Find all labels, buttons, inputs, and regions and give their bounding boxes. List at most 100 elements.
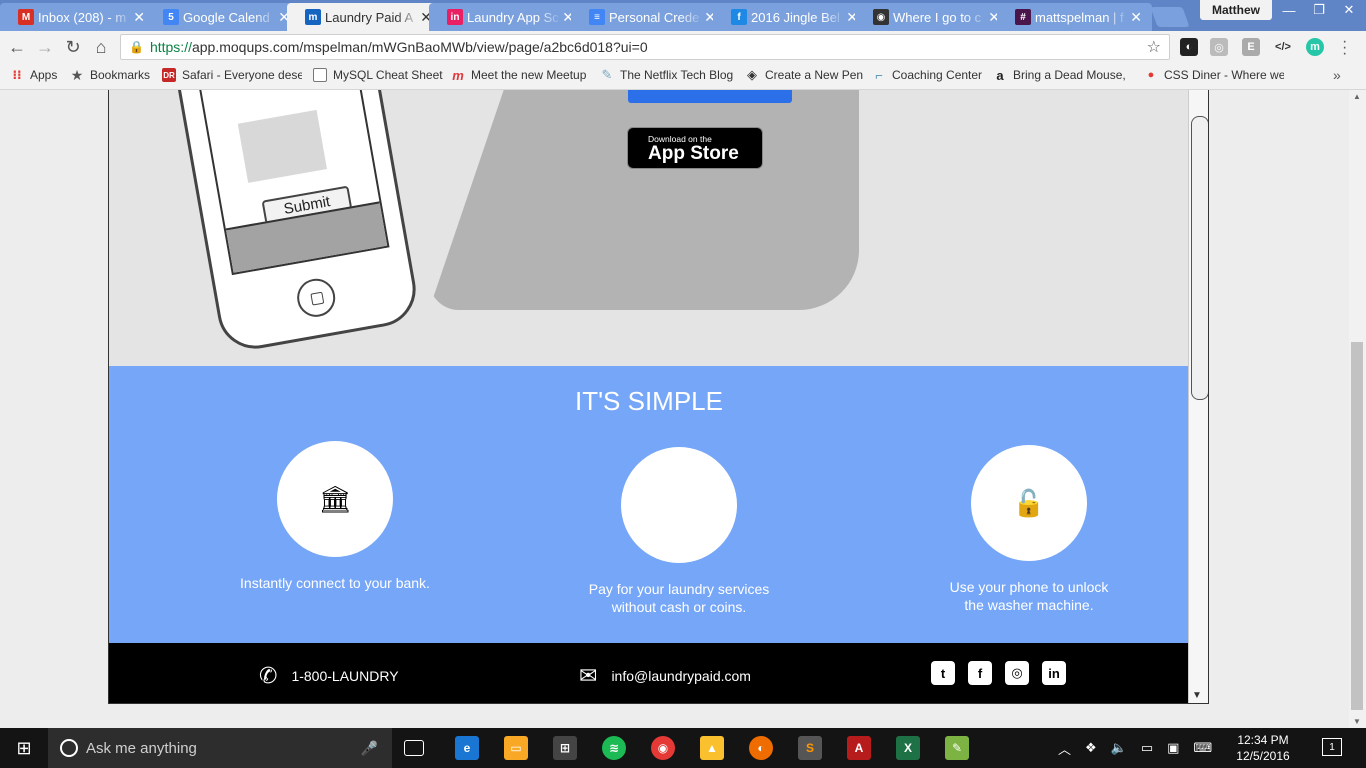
acrobat-icon[interactable]: A <box>847 736 871 760</box>
microphone-icon[interactable]: 🎤 <box>361 740 378 757</box>
feature-text-line1: Use your phone to unlock <box>949 579 1109 595</box>
edge-icon[interactable]: e <box>455 736 479 760</box>
battery-icon[interactable]: ▭ <box>1141 740 1153 756</box>
ghostery-extension-icon[interactable]: ◎ <box>1210 38 1228 56</box>
reload-icon[interactable]: ↻ <box>62 36 84 58</box>
bank-icon: 🏛 <box>277 441 393 557</box>
cta-button[interactable] <box>628 90 792 103</box>
file-explorer-icon[interactable]: ▭ <box>504 736 528 760</box>
scroll-down-icon[interactable]: ▼ <box>1353 717 1361 726</box>
firefox-icon[interactable]: ◐ <box>749 736 773 760</box>
cortana-icon <box>60 739 78 757</box>
minimize-button[interactable]: — <box>1274 0 1304 20</box>
facebook-icon[interactable]: f <box>968 661 992 685</box>
chevron-up-icon[interactable]: ︿ <box>1058 739 1071 758</box>
chrome-icon[interactable]: ◉ <box>651 736 675 760</box>
url-text: app.moqups.com/mspelman/mWGnBaoMWb/view/… <box>191 39 648 55</box>
hero-section: Submit Download on the App Store <box>109 90 1189 366</box>
windows-start-icon[interactable]: ⊞ <box>0 728 48 768</box>
bookmark-star-icon[interactable]: ☆ <box>1147 37 1161 57</box>
excel-icon[interactable]: X <box>896 736 920 760</box>
instagram-icon[interactable]: ◎ <box>1005 661 1029 685</box>
mockup-scrollbar[interactable]: ▼ <box>1188 90 1208 703</box>
bookmarks-bar: ⁝⁝ Apps ★ Bookmarks DR Safari - Everyone… <box>0 63 1366 90</box>
app-store-badge[interactable]: Download on the App Store <box>627 127 763 169</box>
tab-title: Google Calend <box>183 9 270 25</box>
tab-laundry-paid[interactable]: m Laundry Paid A ✕ <box>287 3 442 31</box>
twitter-icon[interactable]: t <box>931 661 955 685</box>
back-icon[interactable]: ← <box>6 36 28 58</box>
bookmark-apps[interactable]: ⁝⁝ Apps <box>10 68 57 82</box>
footer-phone[interactable]: ✆ 1-800-LAUNDRY <box>259 663 399 689</box>
clock-date: 12/5/2016 <box>1236 749 1290 763</box>
moqups-extension-icon[interactable]: m <box>1306 38 1324 56</box>
network-icon[interactable]: ▣ <box>1167 740 1179 756</box>
tab-strip: M Inbox (208) - m ✕ 5 Google Calend ✕ m … <box>0 0 1366 31</box>
footer-email[interactable]: ✉ info@laundrypaid.com <box>579 663 751 689</box>
bookmark-label: CSS Diner - Where we <box>1164 68 1284 82</box>
bookmark-meetup[interactable]: m Meet the new Meetup <box>451 68 589 82</box>
tab-jingle-bell[interactable]: f 2016 Jingle Bel ✕ <box>713 3 868 31</box>
bookmark-safari[interactable]: DR Safari - Everyone dese <box>162 68 302 82</box>
url-scheme: https:// <box>149 39 192 55</box>
bookmark-netflix[interactable]: ✎ The Netflix Tech Blog <box>600 68 734 82</box>
bookmark-mysql[interactable]: MySQL Cheat Sheet <box>313 68 443 82</box>
tab-personal-credentials[interactable]: ≡ Personal Crede ✕ <box>571 3 726 31</box>
google-drive-icon[interactable]: ▲ <box>700 736 724 760</box>
slack-icon: # <box>1015 9 1031 25</box>
section-title: IT'S SIMPLE <box>574 386 723 416</box>
notepad-icon[interactable]: ✎ <box>945 736 969 760</box>
code-extension-icon[interactable]: </> <box>1274 38 1292 56</box>
scroll-down-arrow-icon[interactable]: ▼ <box>1192 690 1202 701</box>
address-bar[interactable]: 🔒 https:// app.moqups.com/mspelman/mWGnB… <box>120 34 1170 60</box>
mockup-scroll-thumb[interactable] <box>1191 116 1208 400</box>
bookmark-coaching[interactable]: ⌐ Coaching Center <box>872 68 982 82</box>
tab-inbox[interactable]: M Inbox (208) - m ✕ <box>0 3 155 31</box>
owl-extension-icon[interactable]: ◐ <box>1180 38 1198 56</box>
dropbox-icon[interactable]: ❖ <box>1085 740 1097 756</box>
page-footer: ✆ 1-800-LAUNDRY ✉ info@laundrypaid.com t… <box>109 643 1189 703</box>
tab-mattspelman[interactable]: # mattspelman | f ✕ <box>997 3 1152 31</box>
notification-icon[interactable]: 1 <box>1322 738 1342 756</box>
sublime-icon[interactable]: S <box>798 736 822 760</box>
bookmark-amazon[interactable]: a Bring a Dead Mouse, <box>993 68 1133 82</box>
safari-icon: DR <box>162 68 176 82</box>
store-icon[interactable]: ⊞ <box>553 736 577 760</box>
page-scroll-thumb[interactable] <box>1351 342 1363 710</box>
tab-where-i-go[interactable]: ◉ Where I go to c ✕ <box>855 3 1010 31</box>
close-window-button[interactable]: ✕ <box>1334 0 1364 20</box>
volume-icon[interactable]: 🔈 <box>1111 740 1127 756</box>
scroll-up-icon[interactable]: ▲ <box>1353 92 1361 101</box>
home-icon[interactable]: ⌂ <box>90 36 112 58</box>
close-icon[interactable]: ✕ <box>1130 9 1142 26</box>
linkedin-icon[interactable]: in <box>1042 661 1066 685</box>
page-scrollbar[interactable]: ▲ ▼ <box>1349 90 1366 728</box>
appstore-small-text: Download on the <box>648 133 712 144</box>
tab-laundry-app[interactable]: in Laundry App Sc ✕ <box>429 3 584 31</box>
evernote-extension-icon[interactable]: E <box>1242 38 1260 56</box>
more-bookmarks-button[interactable]: » <box>1333 67 1341 83</box>
search-placeholder: Ask me anything <box>86 739 197 757</box>
facebook-icon: f <box>731 9 747 25</box>
new-tab-button[interactable] <box>1150 7 1190 27</box>
spotify-icon[interactable]: ≋ <box>602 736 626 760</box>
browser-menu-icon[interactable]: · · · <box>1342 34 1347 62</box>
keyboard-icon[interactable]: ⌨ <box>1193 740 1212 756</box>
close-icon[interactable]: ✕ <box>133 9 145 26</box>
tab-google-calendar[interactable]: 5 Google Calend ✕ <box>145 3 300 31</box>
bookmark-bookmarks[interactable]: ★ Bookmarks <box>70 68 150 82</box>
cortana-search[interactable]: Ask me anything 🎤 <box>48 728 392 768</box>
phone-illustration: Submit <box>160 90 422 355</box>
taskbar-clock[interactable]: 12:34 PM 12/5/2016 <box>1228 732 1298 764</box>
bookmark-css-diner[interactable]: ● CSS Diner - Where we <box>1144 68 1284 82</box>
bookmark-codepen[interactable]: ◈ Create a New Pen <box>745 68 863 82</box>
bookmark-label: Bookmarks <box>90 68 151 82</box>
profile-button[interactable]: Matthew <box>1200 0 1272 20</box>
coach-icon: ⌐ <box>875 68 883 82</box>
forward-icon[interactable]: → <box>34 36 56 58</box>
restore-button[interactable]: ❐ <box>1304 0 1334 20</box>
tab-title: 2016 Jingle Bel <box>751 9 840 25</box>
mockup-frame: Submit Download on the App Store IT'S SI… <box>108 90 1209 704</box>
task-view-icon[interactable] <box>404 740 424 756</box>
bookmark-label: Create a New Pen <box>765 68 864 82</box>
